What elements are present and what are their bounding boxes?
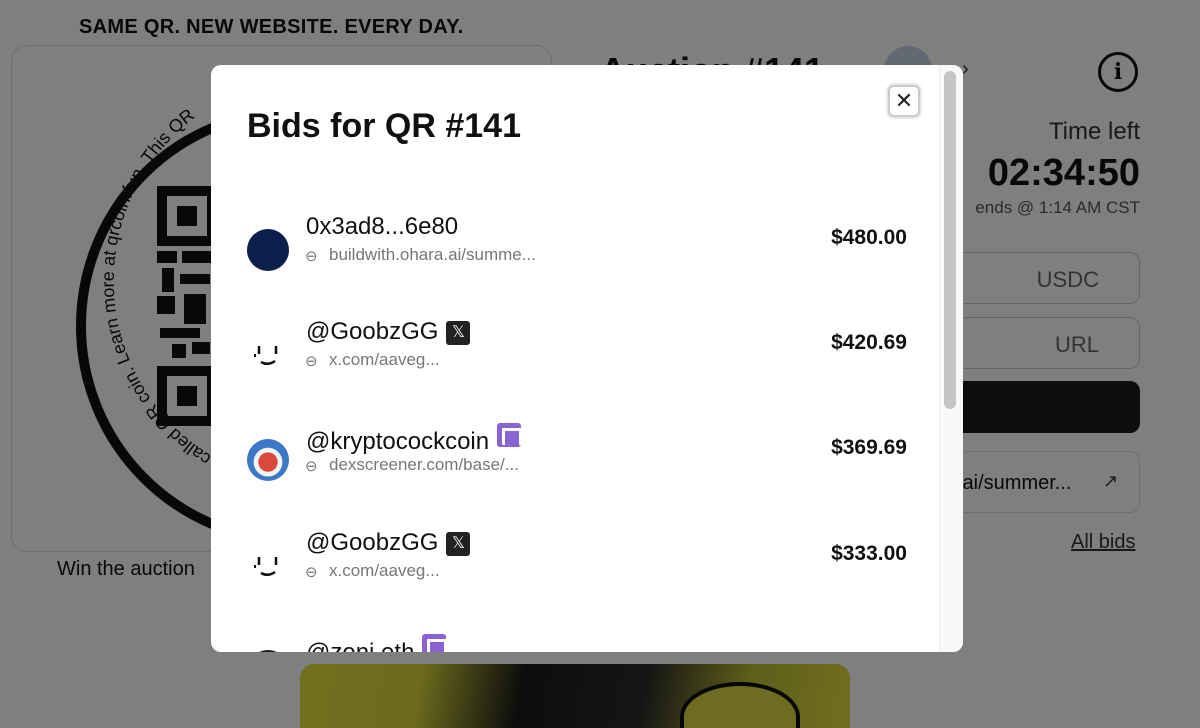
farcaster-icon <box>497 423 523 447</box>
modal-scrollbar-thumb[interactable] <box>944 71 956 409</box>
bidder-avatar[interactable] <box>247 229 289 271</box>
bid-amount: $480.00 <box>831 226 907 249</box>
bidder-avatar[interactable] <box>247 545 289 587</box>
x-platform-icon: 𝕏 <box>446 321 471 345</box>
bid-url[interactable]: dexscreener.com/base/... <box>329 455 519 475</box>
bidder-avatar[interactable] <box>247 439 289 481</box>
bid-row: @zeni.eth <box>247 634 907 652</box>
modal-title: Bids for QR #141 <box>247 107 521 145</box>
bid-amount: $333.00 <box>831 542 907 565</box>
link-icon: ⊖ <box>305 248 318 265</box>
bid-row: @GoobzGG 𝕏 ⊖ x.com/aaveg... $420.69 <box>247 318 907 398</box>
x-platform-icon: 𝕏 <box>446 532 471 556</box>
bidder-name[interactable]: @zeni.eth <box>306 634 448 652</box>
close-icon: ✕ <box>894 88 914 113</box>
bid-amount: $420.69 <box>831 331 907 354</box>
bid-url[interactable]: buildwith.ohara.ai/summe... <box>329 245 536 265</box>
face-sketch-icon <box>254 346 278 365</box>
face-sketch-icon <box>254 557 278 576</box>
bid-row: 0x3ad8...6e80 ⊖ buildwith.ohara.ai/summe… <box>247 213 907 293</box>
bid-amount: $369.69 <box>831 436 907 459</box>
link-icon: ⊖ <box>305 353 318 370</box>
bids-modal: Bids for QR #141 ✕ 0x3ad8...6e80 ⊖ build… <box>211 65 963 652</box>
close-button[interactable]: ✕ <box>888 85 920 117</box>
bid-row: @GoobzGG 𝕏 ⊖ x.com/aaveg... $333.00 <box>247 529 907 609</box>
bidder-avatar[interactable] <box>247 334 289 376</box>
bidder-name[interactable]: @GoobzGG 𝕏 <box>306 318 471 346</box>
bid-row: @kryptocockcoin ⊖ dexscreener.com/base/.… <box>247 423 907 503</box>
bidder-name[interactable]: @kryptocockcoin <box>306 423 523 456</box>
farcaster-icon <box>422 634 448 652</box>
link-icon: ⊖ <box>305 564 318 581</box>
bidder-avatar[interactable] <box>247 650 289 652</box>
bid-url[interactable]: x.com/aaveg... <box>329 561 440 581</box>
link-icon: ⊖ <box>305 458 318 475</box>
bid-url[interactable]: x.com/aaveg... <box>329 350 440 370</box>
bidder-name[interactable]: @GoobzGG 𝕏 <box>306 529 471 557</box>
bidder-name[interactable]: 0x3ad8...6e80 <box>306 213 458 241</box>
